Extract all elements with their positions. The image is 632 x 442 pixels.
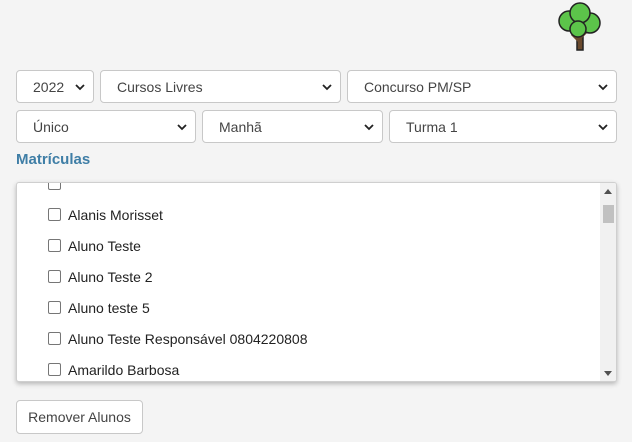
student-checkbox[interactable] xyxy=(48,239,61,252)
scroll-down-arrow-icon[interactable] xyxy=(600,365,616,381)
student-checkbox[interactable] xyxy=(48,332,61,345)
shift-select[interactable]: Manhã xyxy=(202,110,383,143)
student-list-items: Alanis Morisset Aluno Teste Aluno Teste … xyxy=(17,183,600,381)
student-item[interactable] xyxy=(17,183,600,199)
student-name: Alanis Morisset xyxy=(68,206,163,223)
student-checkbox[interactable] xyxy=(48,301,61,314)
class-select-value: Turma 1 xyxy=(406,118,458,135)
scroll-up-arrow-icon[interactable] xyxy=(600,183,616,199)
chevron-down-icon xyxy=(364,123,374,130)
list-scrollbar[interactable] xyxy=(600,183,616,381)
scrollbar-thumb[interactable] xyxy=(603,205,614,223)
year-select-value: 2022 xyxy=(33,78,65,95)
student-checkbox[interactable] xyxy=(48,363,61,376)
student-name: Amarildo Barbosa xyxy=(68,361,180,378)
course-select-value: Concurso PM/SP xyxy=(364,78,472,95)
student-item[interactable]: Aluno Teste 2 xyxy=(17,261,600,292)
student-item[interactable]: Alanis Morisset xyxy=(17,199,600,230)
student-checkbox[interactable] xyxy=(48,183,61,190)
chevron-down-icon xyxy=(75,83,85,90)
module-select[interactable]: Único xyxy=(16,110,196,143)
student-name: Aluno Teste Responsável 0804220808 xyxy=(68,330,308,347)
course-select[interactable]: Concurso PM/SP xyxy=(347,70,617,103)
remove-students-button[interactable]: Remover Alunos xyxy=(16,400,143,434)
student-item[interactable]: Amarildo Barbosa xyxy=(17,354,600,381)
student-item[interactable]: Aluno Teste xyxy=(17,230,600,261)
student-list[interactable]: Alanis Morisset Aluno Teste Aluno Teste … xyxy=(16,182,617,382)
class-select[interactable]: Turma 1 xyxy=(389,110,617,143)
course-type-select[interactable]: Cursos Livres xyxy=(100,70,341,103)
chevron-down-icon xyxy=(598,123,608,130)
enrollments-title: Matrículas xyxy=(16,151,91,168)
shift-select-value: Manhã xyxy=(219,118,262,135)
module-select-value: Único xyxy=(33,118,69,135)
tree-logo-icon xyxy=(558,2,601,51)
course-type-select-value: Cursos Livres xyxy=(117,78,203,95)
student-checkbox[interactable] xyxy=(48,208,61,221)
student-item[interactable]: Aluno teste 5 xyxy=(17,292,600,323)
chevron-down-icon xyxy=(177,123,187,130)
chevron-down-icon xyxy=(598,83,608,90)
student-item[interactable]: Aluno Teste Responsável 0804220808 xyxy=(17,323,600,354)
student-name: Aluno Teste 2 xyxy=(68,268,153,285)
student-checkbox[interactable] xyxy=(48,270,61,283)
chevron-down-icon xyxy=(322,83,332,90)
year-select[interactable]: 2022 xyxy=(16,70,94,103)
student-name: Aluno Teste xyxy=(68,237,141,254)
student-name: Aluno teste 5 xyxy=(68,299,150,316)
